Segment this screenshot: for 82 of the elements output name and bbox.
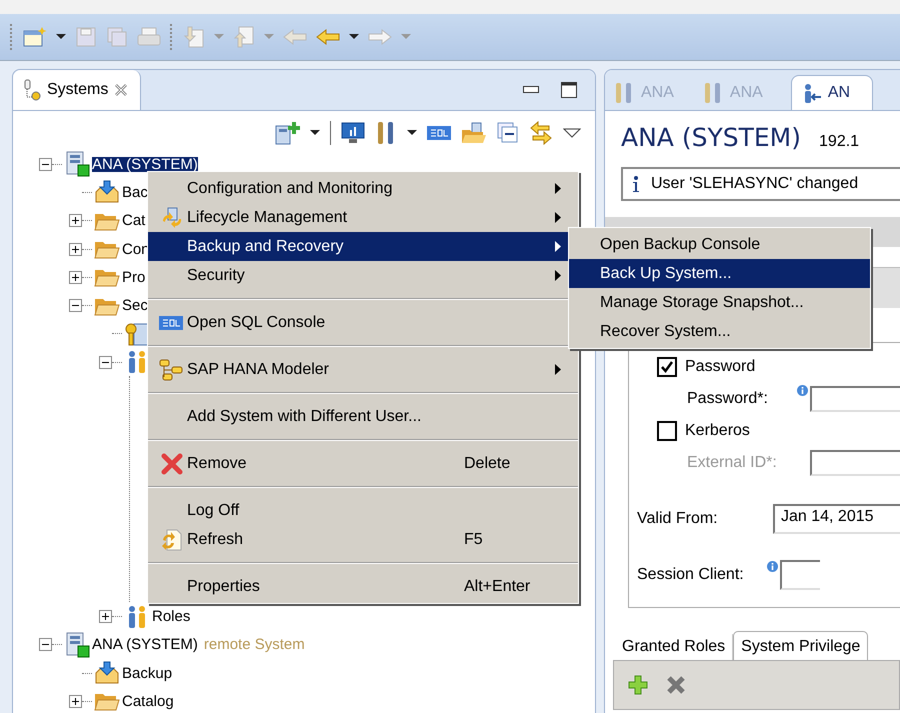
inbox-icon (94, 180, 120, 204)
server-icon (64, 632, 90, 658)
field-label: Password*: (687, 390, 769, 408)
expander-icon[interactable] (69, 299, 82, 312)
host-address: 192.1 (819, 133, 860, 151)
new-window-icon[interactable] (23, 26, 47, 48)
menu-item[interactable]: Properties Alt+Enter (148, 572, 578, 601)
checkbox-label: Kerberos (685, 422, 750, 440)
field-label: Session Client: (637, 566, 745, 584)
menu-item[interactable]: Refresh F5 (148, 525, 578, 554)
message-text: User 'SLEHASYNC' changed (651, 175, 858, 193)
view-menu-icon[interactable] (563, 128, 581, 138)
menu-item[interactable]: Log Off (148, 496, 578, 525)
minimize-icon[interactable] (523, 86, 539, 94)
caret-icon[interactable] (349, 34, 359, 40)
input-field[interactable] (780, 560, 820, 590)
editor-title: ANA (SYSTEM) (621, 123, 802, 152)
caret-icon[interactable] (310, 130, 320, 136)
add-icon[interactable] (628, 675, 648, 695)
checkbox-label: Password (685, 358, 756, 376)
editor-tab[interactable]: AN (790, 75, 874, 110)
tree-item-note: remote System (204, 636, 305, 654)
folder-icon (94, 267, 120, 288)
refresh-icon (161, 528, 183, 550)
cycle-icon (161, 206, 183, 228)
add-system-icon[interactable] (274, 120, 300, 144)
systems-tab[interactable]: Systems (13, 70, 142, 110)
checkbox[interactable] (657, 421, 677, 441)
field-label: Valid From: (637, 510, 719, 528)
tree-item[interactable]: ANA (SYSTEM) (92, 156, 198, 172)
expander-icon[interactable] (99, 356, 112, 369)
folder-icon (94, 691, 120, 712)
info-icon (767, 561, 778, 572)
menu-item[interactable]: Configuration and Monitoring (148, 174, 578, 203)
caret-icon[interactable] (56, 34, 66, 40)
info-icon (797, 385, 808, 396)
caret-icon[interactable] (407, 130, 417, 136)
menu-item[interactable]: Recover System... (569, 317, 870, 346)
folder-icon (94, 239, 120, 260)
tree-item[interactable]: Backup (122, 666, 172, 681)
key-icon (124, 320, 150, 347)
delete-icon[interactable] (666, 675, 686, 695)
expander-icon[interactable] (69, 242, 82, 256)
close-icon[interactable] (114, 83, 128, 97)
monitor-icon[interactable] (341, 122, 365, 144)
collapse-all-icon[interactable] (497, 122, 519, 144)
maximize-icon[interactable] (561, 82, 577, 98)
tree-item[interactable]: Catalog (122, 694, 174, 709)
tree-item[interactable]: ANA (SYSTEM) (92, 637, 198, 652)
back-arrow-icon[interactable] (316, 28, 340, 46)
link-arrows-icon[interactable] (529, 120, 553, 144)
input-field[interactable] (810, 386, 900, 412)
tree-item[interactable]: Sec (122, 298, 148, 314)
expander-icon[interactable] (69, 270, 82, 284)
remove-icon (161, 452, 183, 474)
open-folder-icon[interactable] (461, 122, 487, 144)
input-field[interactable] (810, 450, 900, 476)
tree-item[interactable]: Pro (122, 270, 146, 285)
hierarchy-icon (159, 358, 183, 380)
tab[interactable]: System Privilege (733, 631, 868, 660)
inbox-icon (94, 661, 120, 686)
expander-icon[interactable] (99, 610, 112, 624)
field-label: External ID*: (687, 454, 778, 472)
server-icon (64, 151, 90, 178)
tree-item[interactable]: Cat (122, 213, 146, 228)
expander-icon[interactable] (39, 638, 52, 652)
expander-icon[interactable] (69, 694, 82, 708)
menu-item[interactable]: Add System with Different User... (148, 402, 578, 431)
menu-item[interactable]: SAP HANA Modeler (148, 355, 578, 384)
expander-icon[interactable] (69, 214, 82, 228)
checkbox[interactable] (657, 357, 677, 377)
menu-item[interactable]: Lifecycle Management (148, 203, 578, 232)
date-field[interactable]: Jan 14, 2015 (773, 504, 900, 534)
menu-item[interactable]: Back Up System... (569, 259, 870, 288)
expander-icon[interactable] (39, 158, 52, 171)
sql-icon (159, 316, 183, 330)
menu-item[interactable]: Manage Storage Snapshot... (569, 288, 870, 317)
tree-item[interactable]: Bac (122, 184, 148, 200)
sql-icon[interactable] (427, 126, 451, 140)
tree-item[interactable]: Roles (152, 609, 190, 624)
menu-item[interactable]: Remove Delete (148, 449, 578, 478)
info-icon (631, 175, 641, 193)
